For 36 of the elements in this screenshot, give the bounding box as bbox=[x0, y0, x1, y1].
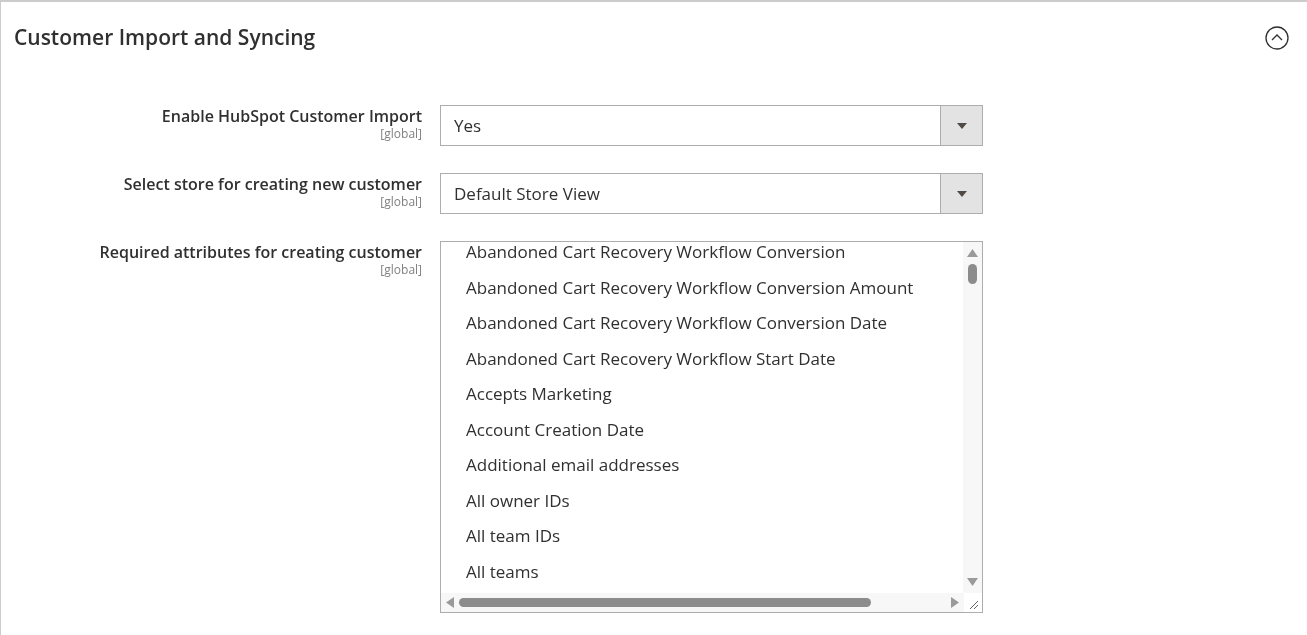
list-option[interactable]: All owner IDs bbox=[466, 490, 963, 526]
scope-label: [global] bbox=[380, 126, 422, 141]
scope-label: [global] bbox=[380, 194, 422, 209]
resize-grip-icon[interactable] bbox=[967, 598, 979, 610]
select-field[interactable]: Default Store View bbox=[440, 173, 983, 214]
caret-icon bbox=[956, 122, 967, 129]
multiselect-list[interactable] bbox=[440, 241, 983, 613]
list-option[interactable]: Accepts Marketing bbox=[466, 384, 963, 420]
horizontal-scrollbar[interactable] bbox=[441, 593, 964, 612]
scroll-thumb[interactable] bbox=[459, 598, 871, 607]
field-label: Enable HubSpot Customer Import bbox=[161, 106, 422, 126]
caret-icon bbox=[956, 190, 967, 197]
list-option[interactable]: All team IDs bbox=[466, 526, 963, 562]
collapse-icon[interactable] bbox=[1265, 26, 1289, 50]
field-label: Select store for creating new customer bbox=[123, 174, 422, 194]
scope-label: [global] bbox=[380, 262, 422, 277]
scroll-right-icon[interactable] bbox=[951, 597, 959, 608]
scroll-left-icon[interactable] bbox=[446, 597, 454, 608]
list-option[interactable]: Abandoned Cart Recovery Workflow Conversion Amount bbox=[466, 277, 963, 313]
vertical-scrollbar[interactable] bbox=[963, 242, 982, 593]
select-value: Yes bbox=[453, 112, 483, 139]
scroll-down-icon[interactable] bbox=[967, 578, 978, 586]
select-value: Default Store View bbox=[453, 180, 601, 207]
dropdown-button[interactable] bbox=[940, 174, 982, 213]
list-option[interactable]: All teams bbox=[466, 561, 963, 593]
list-option[interactable]: Abandoned Cart Recovery Workflow Start Date bbox=[466, 348, 963, 384]
scroll-thumb[interactable] bbox=[968, 264, 977, 284]
section-title: Customer Import and Syncing bbox=[14, 22, 316, 54]
list-option[interactable]: Account Creation Date bbox=[466, 419, 963, 455]
list-option[interactable]: Abandoned Cart Recovery Workflow Conversion Date bbox=[466, 313, 963, 349]
field-label: Required attributes for creating customer bbox=[99, 242, 422, 262]
list-option[interactable]: Additional email addresses bbox=[466, 455, 963, 491]
list-option[interactable]: Abandoned Cart Recovery Workflow Conversion bbox=[466, 242, 963, 278]
dropdown-button[interactable] bbox=[940, 106, 982, 145]
scroll-up-icon[interactable] bbox=[967, 249, 978, 257]
select-field[interactable]: Yes bbox=[440, 105, 983, 146]
